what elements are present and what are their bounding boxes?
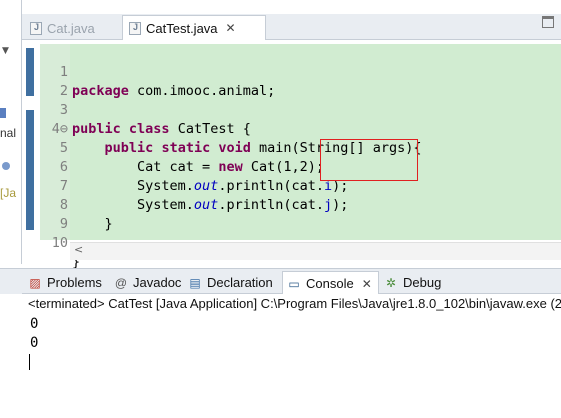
tab-console[interactable]: ▭ Console ✕ [282,271,379,295]
tab-declaration[interactable]: ▤ Declaration [188,272,273,293]
close-icon[interactable]: ✕ [362,277,372,291]
tab-javadoc[interactable]: @ Javadoc [114,272,182,293]
package-icon [0,108,6,118]
close-icon[interactable]: ✕ [226,21,236,35]
problems-icon: ▨ [29,275,41,290]
java-file-icon [129,21,141,35]
collapse-arrow-icon[interactable]: ▼ [2,46,9,56]
scroll-left-icon[interactable]: < [74,243,83,256]
views-tab-bar: ▨ Problems @ Javadoc ▤ Declaration ▭ Con… [22,268,561,295]
tab-label: Console [306,276,354,291]
at-sign-icon: @ [114,275,128,290]
console-output-line: 0 [30,335,39,351]
editor-tab-bar: Cat.java CatTest.java ✕ [22,14,561,40]
code-line: 8 } [40,177,561,232]
package-explorer-library-label[interactable]: [Ja [0,186,16,200]
code-line: 9 [40,196,561,232]
tab-label: Javadoc [133,275,182,290]
tab-cattest-java[interactable]: CatTest.java ✕ [122,15,266,40]
tab-label: Problems [47,275,102,290]
annotation-box-code [320,139,418,181]
tab-label: Declaration [207,275,273,290]
code-line: 6 System.out.println(cat.i); [40,139,561,194]
ruler-marker [26,110,34,230]
declaration-icon: ▤ [189,275,201,290]
tab-label: Cat.java [47,20,95,36]
console-status: <terminated> CatTest [Java Application] … [28,296,561,311]
code-line: 7 System.out.println(cat.j); [40,158,561,213]
code-editor[interactable]: 1 package com.imooc.animal; 2 3 public c… [22,40,561,270]
bug-icon: ✲ [385,275,397,290]
code-line: 3 public class CatTest { [40,82,561,137]
console-output-line: 0 [30,316,39,332]
tab-debug[interactable]: ✲ Debug [384,272,441,293]
tab-label: Debug [403,275,442,290]
code-line: 5 Cat cat = new Cat(1,2); [40,120,561,175]
console-output[interactable]: <terminated> CatTest [Java Application] … [0,294,561,418]
jre-icon [2,162,10,170]
package-explorer-panel: ▼ nal [Ja [0,0,22,264]
code-line: 4⊖ public static void main(String[] args… [40,101,561,156]
ruler-marker [26,48,34,96]
console-icon: ▭ [288,276,300,291]
java-file-icon [30,21,42,35]
text-caret [29,354,30,370]
tab-label: CatTest.java [146,20,218,36]
code-line: 10 } [40,215,561,270]
horizontal-scrollbar[interactable]: < [70,242,561,260]
annotation-ruler [24,44,38,264]
views-tab-bar-left [0,268,22,294]
package-explorer-item-label[interactable]: nal [0,126,16,140]
tab-cat-java[interactable]: Cat.java [24,16,116,40]
code-line: 1 package com.imooc.animal; [40,44,561,99]
code-line: 2 [40,63,561,99]
tab-problems[interactable]: ▨ Problems [28,272,102,293]
minimize-icon[interactable] [542,16,554,28]
